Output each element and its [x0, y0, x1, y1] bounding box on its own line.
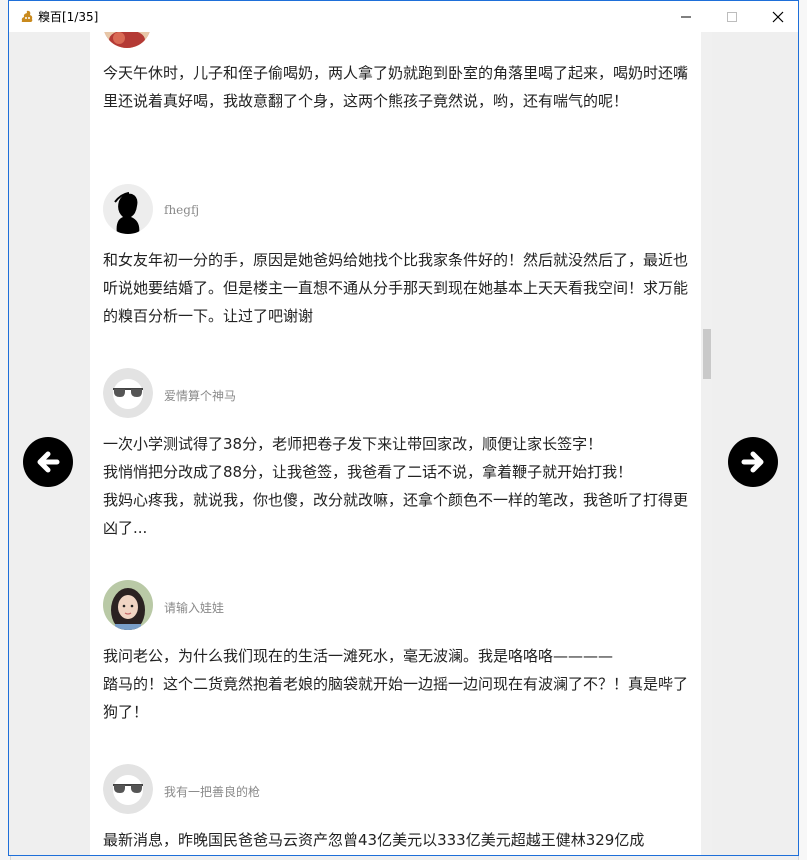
post-author: 请输入娃娃: [103, 580, 693, 632]
post-text: 我问老公，为什么我们现在的生活一滩死水，毫无波澜。我是咯咯咯———— 踏马的！这…: [103, 647, 689, 721]
author-name[interactable]: fhegfj: [164, 203, 199, 217]
post-item: 请输入娃娃 我问老公，为什么我们现在的生活一滩死水，毫无波澜。我是咯咯咯————…: [103, 580, 693, 726]
arrow-left-icon: [37, 451, 60, 473]
post-item: fhegfj 和女友年初一分的手，原因是她爸妈给她找个比我家条件好的！然后就没然…: [103, 184, 693, 330]
app-logo-icon: [21, 10, 33, 22]
post-text: 和女友年初一分的手，原因是她爸妈给她找个比我家条件好的！然后就没然后了，最近也听…: [103, 251, 689, 325]
posts-panel[interactable]: 今天午休时，儿子和侄子偷喝奶，两人拿了奶就跑到卧室的角落里喝了起来，喝奶时还嘴里…: [90, 32, 701, 855]
next-page-button[interactable]: [728, 437, 778, 487]
post-text: 最新消息，昨晚国民爸爸马云资产忽曾43亿美元以333亿美元超越王健林329亿成: [103, 831, 645, 849]
post-author: 我有一把善良的枪: [103, 764, 693, 816]
maximize-icon: [727, 11, 737, 22]
post-item: 我有一把善良的枪 最新消息，昨晚国民爸爸马云资产忽曾43亿美元以333亿美元超越…: [103, 764, 693, 854]
avatar: [103, 764, 153, 814]
author-name[interactable]: 请输入娃娃: [164, 599, 224, 616]
silhouette-avatar: [103, 184, 153, 234]
photo-avatar-girl: [103, 580, 153, 630]
post-author: fhegfj: [103, 184, 693, 236]
close-icon: [772, 11, 784, 22]
minimize-icon: [681, 16, 691, 17]
avatar: [103, 32, 151, 48]
post-text: 一次小学测试得了38分，老师把卷子发下来让带回家改，顺便让家长签字！ 我悄悄把分…: [103, 435, 689, 537]
qiubai-viewer-window: 糗百[1/35] 今天午休时，儿子和侄子偷喝奶，两人拿了奶就跑到卧室的角落里喝了…: [8, 0, 799, 856]
post-text: 今天午休时，儿子和侄子偷喝奶，两人拿了奶就跑到卧室的角落里喝了起来，喝奶时还嘴里…: [103, 64, 689, 110]
maximize-button[interactable]: [709, 1, 755, 32]
minimize-button[interactable]: [663, 1, 709, 32]
previous-page-button[interactable]: [23, 437, 73, 487]
background-window-right: [798, 0, 807, 860]
author-name[interactable]: 爱情算个神马: [164, 387, 236, 404]
post-author: 爱情算个神马: [103, 368, 693, 420]
arrow-right-icon: [741, 451, 764, 473]
default-sunglasses-avatar: [103, 764, 153, 814]
scrollbar-thumb[interactable]: [703, 329, 711, 379]
content-area: 今天午休时，儿子和侄子偷喝奶，两人拿了奶就跑到卧室的角落里喝了起来，喝奶时还嘴里…: [9, 32, 798, 855]
avatar: [103, 580, 153, 630]
vertical-scrollbar[interactable]: [701, 32, 712, 855]
window-title: 糗百[1/35]: [38, 10, 99, 24]
author-name[interactable]: 我有一把善良的枪: [164, 783, 260, 800]
avatar: [103, 368, 153, 418]
avatar: [103, 184, 153, 234]
default-sunglasses-avatar: [103, 368, 153, 418]
close-button[interactable]: [755, 1, 801, 32]
title-bar[interactable]: 糗百[1/35]: [9, 1, 798, 32]
post-item: 爱情算个神马 一次小学测试得了38分，老师把卷子发下来让带回家改，顺便让家长签字…: [103, 368, 693, 542]
photo-avatar-partial: [103, 32, 151, 48]
